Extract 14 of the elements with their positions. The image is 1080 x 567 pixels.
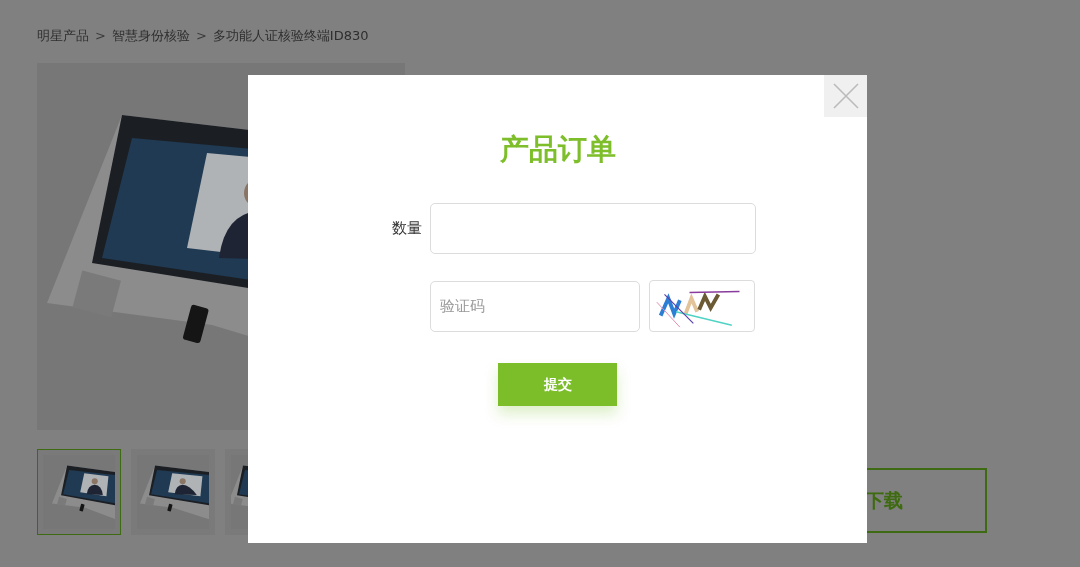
breadcrumb-separator: > xyxy=(95,27,106,46)
breadcrumb-link[interactable]: 明星产品 xyxy=(37,26,89,46)
input-field[interactable] xyxy=(430,203,756,254)
thumbnail[interactable] xyxy=(131,449,215,535)
captcha-image[interactable] xyxy=(649,280,755,332)
captcha-field[interactable]: 验证码 xyxy=(430,280,640,332)
submit-button[interactable]: 提交 xyxy=(498,363,617,406)
modal-title: 产品订单 xyxy=(498,131,617,168)
breadcrumb-separator: > xyxy=(195,27,207,46)
close-icon xyxy=(832,83,859,109)
thumbnail[interactable] xyxy=(37,449,121,535)
field-label: 数量 xyxy=(392,219,422,238)
breadcrumb-current: 多功能人证核验终端ID830 xyxy=(212,27,369,46)
breadcrumb-link[interactable]: 智慧身份核验 xyxy=(111,26,190,46)
